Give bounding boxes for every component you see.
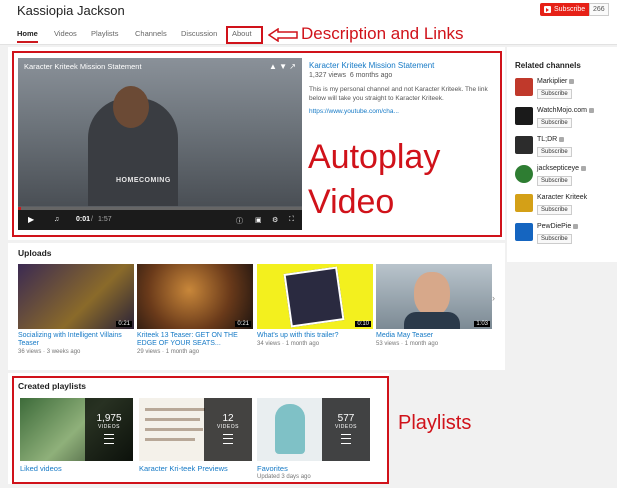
video-thumbnail[interactable]: 1:03	[376, 264, 492, 329]
tab-videos[interactable]: Videos	[54, 29, 77, 38]
video-card[interactable]: 0:21 Socializing with Intelligent Villai…	[18, 264, 134, 355]
video-thumbnail[interactable]: 0:21	[137, 264, 253, 329]
subscribe-label: Subscribe	[554, 6, 586, 13]
avatar[interactable]	[515, 107, 533, 125]
video-card[interactable]: 0:21 Kriteek 13 Teaser: GET ON THE EDGE …	[137, 264, 253, 355]
about-highlight-box	[226, 26, 263, 44]
tab-channels[interactable]: Channels	[135, 29, 167, 38]
subscribe-button[interactable]: Subscribe	[537, 205, 572, 215]
annotation-description-links: Description and Links	[301, 24, 464, 43]
video-card[interactable]: 1:03 Media May Teaser 53 views · 1 month…	[376, 264, 492, 347]
channel-name: Kassiopia Jackson	[17, 3, 125, 18]
verified-icon	[581, 165, 587, 171]
verified-icon	[588, 107, 594, 113]
annotation-playlists: Playlists	[398, 412, 472, 434]
video-title[interactable]: Socializing with Intelligent Villains Te…	[18, 332, 134, 348]
verified-icon	[573, 223, 579, 229]
subscribe-button[interactable]: Subscribe	[537, 147, 572, 157]
subscribe-button[interactable]: Subscribe	[537, 176, 572, 186]
subscribe-button[interactable]: Subscribe	[537, 234, 572, 244]
avatar[interactable]	[515, 194, 533, 212]
subscriber-count: 266	[589, 3, 609, 16]
video-meta: 53 views · 1 month ago	[376, 341, 439, 347]
thumbnail-poster	[283, 266, 345, 328]
avatar[interactable]	[515, 78, 533, 96]
channel-name[interactable]: Karacter Kriteek	[537, 194, 587, 201]
video-duration: 0:21	[235, 321, 251, 327]
channel-name[interactable]: WatchMojo.com	[537, 107, 587, 114]
video-thumbnail[interactable]: 0:21	[18, 264, 134, 329]
video-title[interactable]: What's up with this trailer?	[257, 332, 373, 340]
video-title[interactable]: Kriteek 13 Teaser: GET ON THE EDGE OF YO…	[137, 332, 253, 348]
related-channels-panel: Related channels Markiplier Subscribe Wa…	[507, 47, 617, 262]
playlists-highlight-box	[12, 376, 389, 484]
subscribe-button[interactable]: Subscribe	[537, 118, 572, 128]
avatar[interactable]	[515, 165, 533, 183]
tab-playlists[interactable]: Playlists	[91, 29, 119, 38]
verified-icon	[569, 78, 575, 84]
video-meta: 36 views · 3 weeks ago	[18, 349, 81, 355]
annotation-autoplay: Autoplay	[308, 138, 441, 176]
channel-name[interactable]: Markiplier	[537, 78, 567, 85]
video-title[interactable]: Media May Teaser	[376, 332, 492, 340]
chevron-right-icon[interactable]: ›	[492, 293, 495, 303]
uploads-heading[interactable]: Uploads	[18, 248, 52, 258]
tab-home[interactable]: Home	[17, 29, 38, 43]
subscribe-button[interactable]: Subscribe	[540, 3, 592, 16]
thumbnail-face	[414, 272, 450, 316]
avatar[interactable]	[515, 136, 533, 154]
video-duration: 1:03	[474, 321, 490, 327]
video-duration: 0:10	[355, 321, 371, 327]
avatar[interactable]	[515, 223, 533, 241]
channel-name[interactable]: jacksepticeye	[537, 165, 579, 172]
tab-discussion[interactable]: Discussion	[181, 29, 217, 38]
verified-icon	[559, 136, 565, 142]
annotation-video: Video	[308, 183, 395, 221]
channel-name[interactable]: TL;DR	[537, 136, 557, 143]
youtube-logo-icon	[544, 6, 551, 13]
channel-name[interactable]: PewDiePie	[537, 223, 571, 230]
video-card[interactable]: 0:10 What's up with this trailer? 34 vie…	[257, 264, 373, 347]
video-meta: 29 views · 1 month ago	[137, 349, 200, 355]
subscribe-button[interactable]: Subscribe	[537, 89, 572, 99]
video-duration: 0:21	[116, 321, 132, 327]
related-heading: Related channels	[515, 61, 581, 70]
annotation-arrow-icon	[268, 28, 298, 42]
thumbnail-shoulders	[404, 312, 460, 329]
video-thumbnail[interactable]: 0:10	[257, 264, 373, 329]
video-meta: 34 views · 1 month ago	[257, 341, 320, 347]
